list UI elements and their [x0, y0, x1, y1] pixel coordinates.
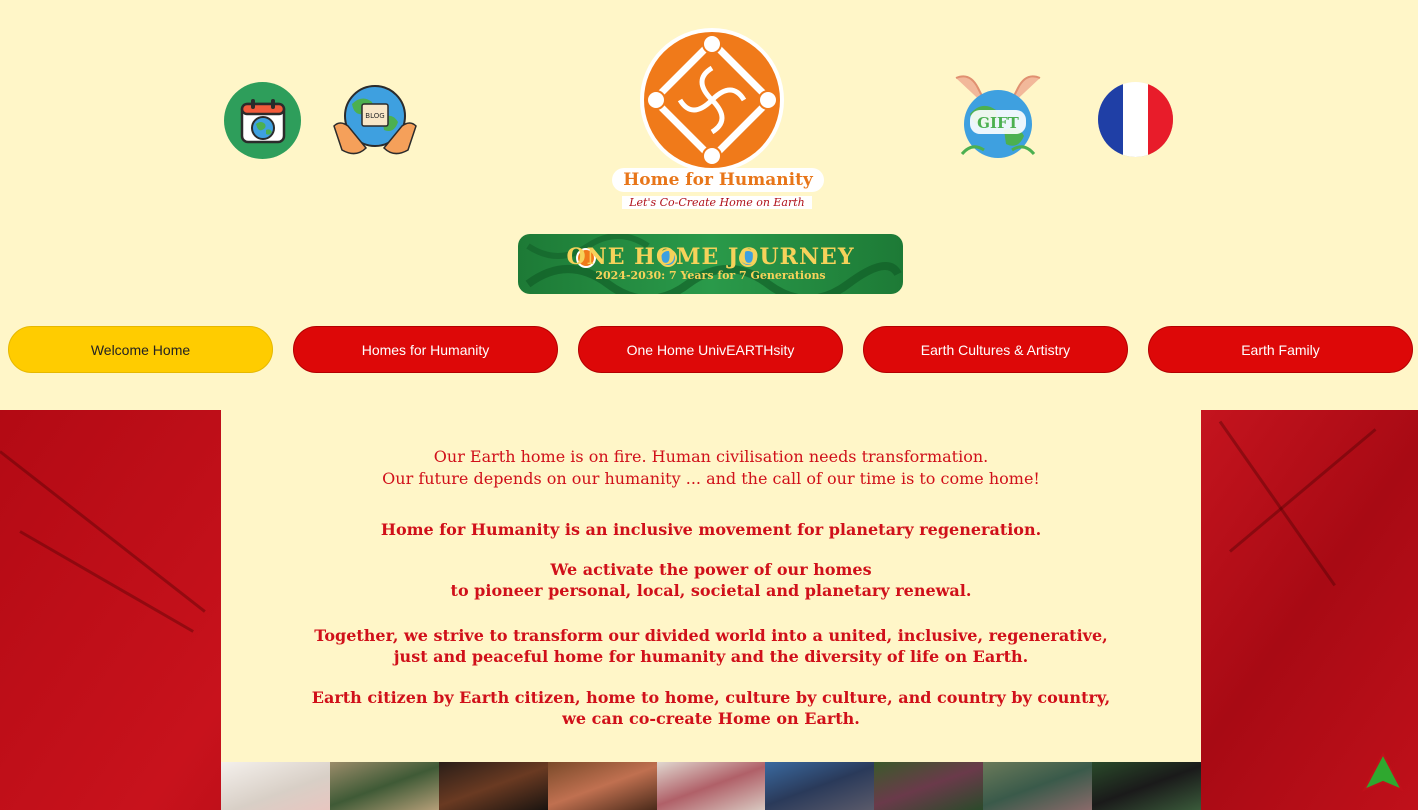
photo-strip: [221, 762, 1202, 810]
blog-globe-icon[interactable]: BLOG: [330, 78, 420, 162]
calendar-globe-icon[interactable]: [224, 82, 301, 159]
photo-9: [1092, 762, 1202, 810]
together-line: Together, we strive to transform our div…: [314, 626, 1108, 645]
photo-6: [765, 762, 875, 810]
nav-homes-for-humanity[interactable]: Homes for Humanity: [293, 326, 558, 373]
photo-8: [983, 762, 1093, 810]
intro-line-1: Our Earth home is on fire. Human civilis…: [433, 447, 989, 466]
nav-earth-family[interactable]: Earth Family: [1148, 326, 1413, 373]
activate-line: We activate the power of our homes: [550, 560, 872, 579]
mission-text: Our Earth home is on fire. Human civilis…: [221, 446, 1201, 729]
photo-1: [221, 762, 330, 810]
gift-globe-icon[interactable]: GIFT: [948, 70, 1048, 166]
france-flag-icon[interactable]: [1098, 82, 1173, 157]
one-home-journey-banner[interactable]: ONE HOME JOURNEY 2024-2030: 7 Years for …: [518, 234, 903, 294]
photo-2: [329, 762, 439, 810]
intro-line-2: Our future depends on our humanity ... a…: [382, 469, 1040, 488]
nav-earth-cultures-artistry[interactable]: Earth Cultures & Artistry: [863, 326, 1128, 373]
banner-subtitle: 2024-2030: 7 Years for 7 Generations: [595, 269, 826, 282]
pioneer-line: to pioneer personal, local, societal and…: [450, 581, 972, 600]
scroll-to-top-button[interactable]: [1361, 751, 1405, 794]
brand-tagline: Let's Co-Create Home on Earth: [622, 196, 812, 209]
up-arrow-icon: [1361, 751, 1405, 793]
gift-icon-label: GIFT: [977, 114, 1019, 132]
photo-7: [874, 762, 984, 810]
peaceful-home-line: just and peaceful home for humanity and …: [393, 647, 1029, 666]
brand-title: Home for Humanity: [612, 168, 824, 192]
photo-3: [438, 762, 548, 810]
banner-title: ONE HOME JOURNEY: [566, 244, 855, 270]
blog-icon-label: BLOG: [365, 112, 384, 120]
nav-welcome-home[interactable]: Welcome Home: [8, 326, 273, 373]
co-create-line: we can co-create Home on Earth.: [562, 709, 860, 728]
photo-5: [656, 762, 766, 810]
earth-citizen-line: Earth citizen by Earth citizen, home to …: [311, 688, 1111, 707]
nav-one-home-univearthsity[interactable]: One Home UnivEARTHsity: [578, 326, 843, 373]
photo-4: [547, 762, 657, 810]
movement-statement: Home for Humanity is an inclusive moveme…: [380, 520, 1042, 539]
